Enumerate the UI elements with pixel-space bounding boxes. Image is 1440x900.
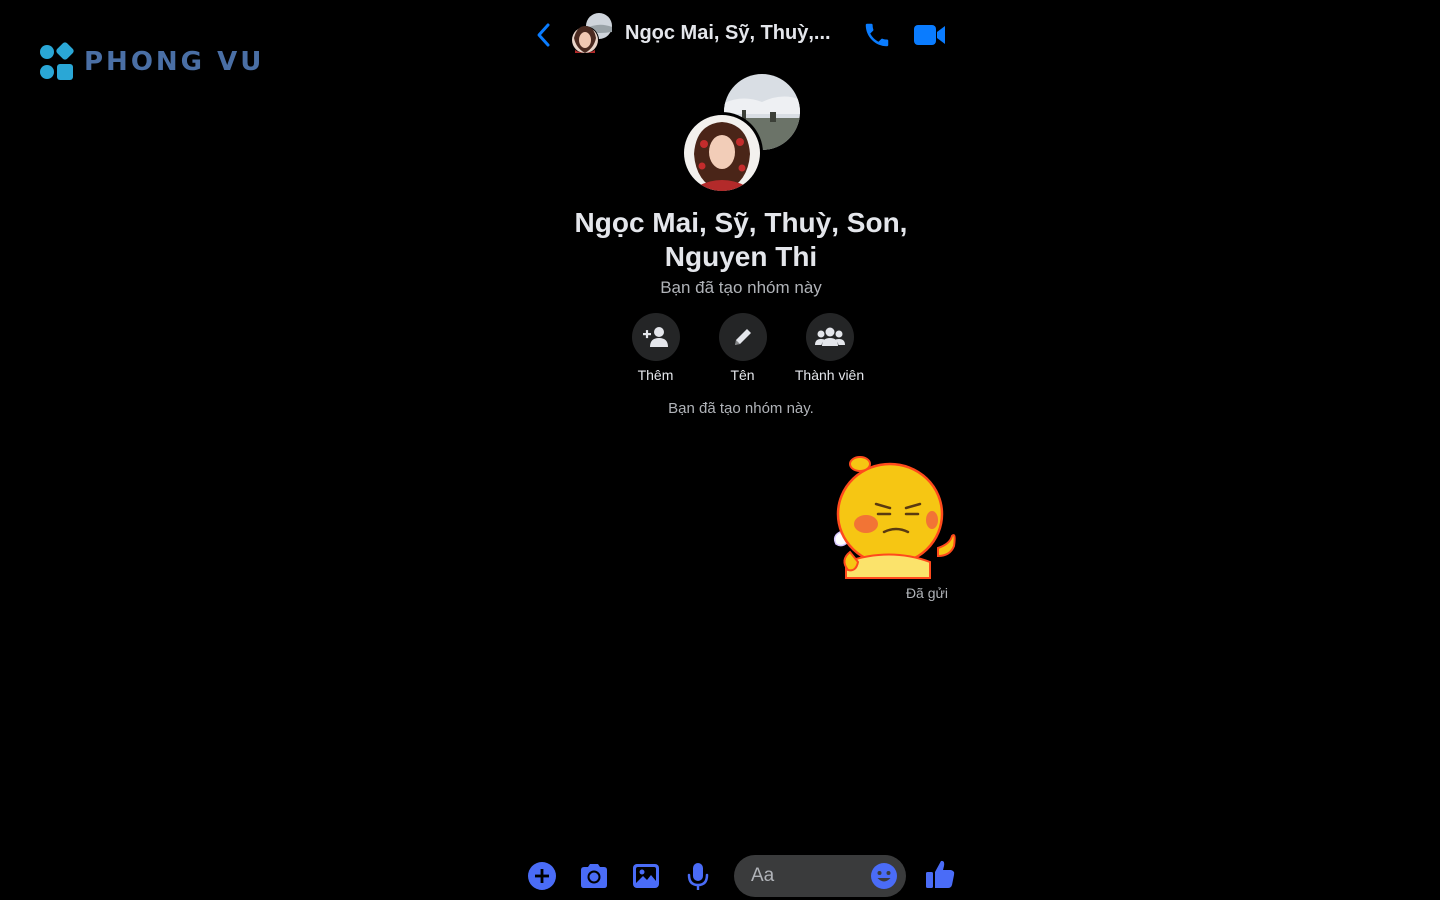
plus-icon xyxy=(528,862,556,890)
back-button[interactable] xyxy=(530,20,556,50)
group-subtitle: Bạn đã tạo nhóm này xyxy=(660,278,822,297)
video-call-button[interactable] xyxy=(912,20,948,50)
add-member-button[interactable]: Thêm xyxy=(612,313,699,383)
emoji-button[interactable] xyxy=(870,862,898,890)
header-group-avatar[interactable] xyxy=(569,12,615,56)
gallery-button[interactable] xyxy=(630,860,662,892)
sticker-message[interactable] xyxy=(826,452,958,582)
microphone-icon xyxy=(687,863,709,890)
group-icon xyxy=(814,327,845,346)
call-button[interactable] xyxy=(862,20,892,50)
members-circle[interactable] xyxy=(805,313,854,361)
message-status: Đã gửi xyxy=(905,585,948,601)
pencil-icon xyxy=(734,329,751,345)
add-person-icon xyxy=(642,327,668,347)
camera-button[interactable] xyxy=(578,860,610,892)
like-button[interactable] xyxy=(924,858,956,890)
camera-icon xyxy=(581,864,607,888)
group-avatar[interactable] xyxy=(681,74,802,194)
video-camera-icon xyxy=(914,25,945,45)
phong-vu-logo-icon xyxy=(40,42,74,80)
chevron-left-icon xyxy=(537,23,550,47)
message-input-box[interactable] xyxy=(734,855,906,897)
group-name: Ngọc Mai, Sỹ, Thuỳ, Son, Nguyen Thi xyxy=(574,207,908,272)
watermark-text: PHONG VU xyxy=(84,47,265,77)
image-icon xyxy=(633,864,659,888)
rename-circle[interactable] xyxy=(718,313,767,361)
message-input[interactable] xyxy=(734,864,863,888)
group-actions: Thêm Tên Thành viên xyxy=(612,313,873,383)
thumbs-up-icon xyxy=(926,860,955,888)
rename-button[interactable]: Tên xyxy=(699,313,786,383)
smiley-icon xyxy=(871,863,897,889)
members-button[interactable]: Thành viên xyxy=(786,313,873,383)
system-message: Bạn đã tạo nhóm này. xyxy=(668,400,814,417)
voice-button[interactable] xyxy=(682,860,714,892)
conversation-title[interactable]: Ngọc Mai, Sỹ, Thuỳ,... xyxy=(625,22,831,45)
rename-label: Tên xyxy=(730,367,755,383)
phong-vu-watermark: PHONG VU xyxy=(38,42,264,82)
phone-icon xyxy=(865,23,889,47)
sticker-icon xyxy=(833,456,956,579)
add-member-label: Thêm xyxy=(637,367,674,383)
more-actions-button[interactable] xyxy=(526,860,558,892)
add-member-circle[interactable] xyxy=(631,313,680,361)
members-label: Thành viên xyxy=(794,367,865,383)
